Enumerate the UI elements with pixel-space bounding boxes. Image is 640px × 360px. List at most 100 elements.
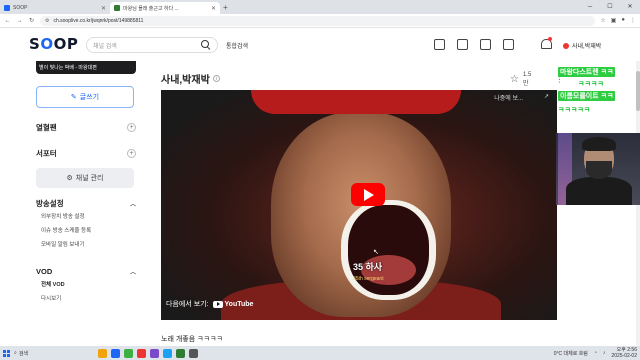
- mouse-cursor-icon: ↖: [373, 249, 379, 256]
- logo-part: S: [29, 35, 41, 53]
- section-broadcast-settings[interactable]: 방송설정 ︿: [36, 196, 136, 210]
- logo-part: O: [40, 35, 54, 53]
- chat-text: 마왕다스트렌 ㅋㅋ: [558, 67, 616, 77]
- video-frame-part: [251, 90, 461, 114]
- clock[interactable]: 오후 2:56 2025-02-02: [611, 347, 637, 359]
- app-icon[interactable]: [163, 348, 172, 358]
- post-content: 사내,박재박 i ☆ 1.5만 ⋮ 나중에 보... ↗ ↖ 35 하사 35t…: [148, 63, 563, 348]
- site-info-icon[interactable]: ⚙: [45, 18, 49, 24]
- site-favicon-icon: [114, 5, 120, 11]
- post-title-text: 사내,박재박: [161, 75, 210, 86]
- chat-line: 마왕다스트렌 ㅋㅋ: [558, 67, 616, 77]
- app-icon[interactable]: [137, 348, 146, 358]
- app-icon[interactable]: [176, 348, 185, 358]
- app-icon[interactable]: [150, 348, 159, 358]
- url-field[interactable]: ⚙ ch.sooplive.co.kr/jwqnrk/post/14988581…: [40, 15, 596, 26]
- section-label: 서포터: [36, 148, 57, 158]
- notification-dot: [548, 37, 552, 41]
- maximize-icon[interactable]: ☐: [600, 0, 620, 14]
- sidebar-item-all-vod[interactable]: 전체 VOD: [36, 278, 136, 292]
- info-icon[interactable]: i: [212, 75, 220, 82]
- video-caption-sub: 35th sergeant: [353, 276, 384, 282]
- taskbar-search[interactable]: ⌕ 검색: [14, 350, 54, 357]
- play-icon[interactable]: [480, 39, 491, 50]
- logo-part: OP: [53, 35, 79, 53]
- windows-start-icon[interactable]: [3, 349, 10, 357]
- header-icons: [434, 39, 514, 50]
- webcam-part: [586, 161, 612, 179]
- soop-logo[interactable]: SOOP: [29, 35, 78, 53]
- unified-search-link[interactable]: 통합검색: [226, 41, 248, 50]
- chevron-up-icon[interactable]: ︿: [130, 199, 136, 208]
- close-window-icon[interactable]: ✕: [620, 0, 640, 14]
- sidebar-item-replay[interactable]: 다시보기: [36, 292, 136, 306]
- channel-sidebar: 별이 빛나는 박배 - 마왕대편 ✎ 글쓰기 열혈팬 + 서포터 + ⚙ 채널 …: [36, 61, 136, 346]
- broadcast-icon[interactable]: [457, 39, 468, 50]
- menu-icon[interactable]: ⋮: [630, 17, 636, 24]
- network-icon[interactable]: ◔: [594, 350, 597, 356]
- section-label: 방송설정: [36, 198, 64, 208]
- star-icon[interactable]: ☆: [510, 74, 519, 85]
- reload-icon[interactable]: ↻: [28, 17, 35, 24]
- weather-text[interactable]: 0°C 대체로 흐림: [554, 350, 588, 357]
- channel-manage-label: 채널 관리: [75, 175, 104, 182]
- grid-icon[interactable]: [434, 39, 445, 50]
- watch-on-youtube[interactable]: 다음에서 보기: YouTube: [166, 296, 253, 312]
- taskbar-apps: [98, 348, 198, 358]
- user-menu[interactable]: 사내,박재박: [563, 41, 601, 50]
- system-tray: 0°C 대체로 흐림 ◔ ♪ 오후 2:56 2025-02-02: [554, 347, 637, 359]
- address-bar-row: ← → ↻ ⚙ ch.sooplive.co.kr/jwqnrk/post/14…: [0, 14, 640, 28]
- minimize-icon[interactable]: ─: [580, 0, 600, 14]
- plus-icon[interactable]: +: [127, 148, 136, 158]
- tab-title: 마왕님 몰래 출근고 하다 ...: [123, 5, 179, 12]
- badge-icon[interactable]: [503, 39, 514, 50]
- back-icon[interactable]: ←: [4, 18, 11, 24]
- extensions-icon[interactable]: ▣: [611, 17, 617, 24]
- search-icon[interactable]: [201, 40, 211, 50]
- search-placeholder: 채널 검색: [93, 43, 117, 50]
- clock-date: 2025-02-02: [611, 353, 637, 359]
- share-icon[interactable]: ↗: [544, 93, 549, 100]
- app-icon[interactable]: [124, 348, 133, 358]
- windows-taskbar: ⌕ 검색 0°C 대체로 흐림 ◔ ♪ 오후 2:56 2025-02-02: [0, 346, 640, 360]
- write-post-button[interactable]: ✎ 글쓰기: [36, 86, 134, 108]
- volume-icon[interactable]: ♪: [603, 350, 606, 356]
- browser-icon[interactable]: [111, 348, 120, 358]
- browser-tab-post[interactable]: 마왕님 몰래 출근고 하다 ... ✕: [110, 2, 220, 14]
- forward-icon[interactable]: →: [16, 18, 23, 24]
- section-supporters[interactable]: 서포터 +: [36, 146, 136, 160]
- sidebar-item-mobile-alert[interactable]: 모바일 알림 보내기: [36, 238, 136, 252]
- sidebar-item-schedule[interactable]: 이슈 방송 스케줄 등록: [36, 224, 136, 238]
- webcam-part: [566, 177, 632, 205]
- window-controls: ─ ☐ ✕: [580, 0, 640, 14]
- section-vod[interactable]: VOD ︿: [36, 264, 136, 278]
- section-label: 열혈팬: [36, 122, 57, 132]
- app-icon[interactable]: [189, 348, 198, 358]
- embedded-youtube-video[interactable]: 나중에 보... ↗ ↖ 35 하사 35th sergeant 다음에서 보기…: [161, 90, 557, 320]
- notification-bell-icon[interactable]: [540, 37, 552, 50]
- channel-manage-button[interactable]: ⚙ 채널 관리: [36, 168, 134, 188]
- youtube-icon: [212, 300, 223, 308]
- taskbar-search-label: 검색: [18, 350, 29, 357]
- site-header: SOOP 채널 검색 통합검색 사내,박재박: [0, 29, 640, 61]
- close-icon[interactable]: ✕: [211, 5, 216, 12]
- file-explorer-icon[interactable]: [98, 348, 107, 358]
- channel-banner[interactable]: 별이 빛나는 박배 - 마왕대편: [36, 61, 136, 74]
- chevron-up-icon[interactable]: ︿: [130, 267, 136, 276]
- sidebar-item-external-device[interactable]: 외부장치 방송 설정: [36, 210, 136, 224]
- new-tab-button[interactable]: +: [223, 2, 228, 14]
- channel-search-input[interactable]: 채널 검색: [86, 37, 218, 53]
- chat-line: ㅋㅋㅋㅋㅋ: [558, 107, 591, 114]
- plus-icon[interactable]: +: [127, 122, 136, 132]
- bookmark-star-icon[interactable]: ☆: [600, 17, 605, 24]
- youtube-play-button[interactable]: [351, 183, 385, 206]
- write-label: 글쓰기: [79, 94, 100, 101]
- watch-later-label[interactable]: 나중에 보...: [494, 93, 523, 102]
- youtube-wordmark: YouTube: [224, 300, 254, 308]
- browser-tools: ☆ ▣ ● ⋮: [600, 17, 636, 24]
- profile-icon[interactable]: ●: [621, 17, 625, 24]
- youtube-logo: YouTube: [212, 300, 254, 308]
- close-icon[interactable]: ✕: [101, 5, 106, 12]
- browser-tab-soop[interactable]: SOOP ✕: [0, 2, 110, 14]
- section-superfans[interactable]: 열혈팬 +: [36, 120, 136, 134]
